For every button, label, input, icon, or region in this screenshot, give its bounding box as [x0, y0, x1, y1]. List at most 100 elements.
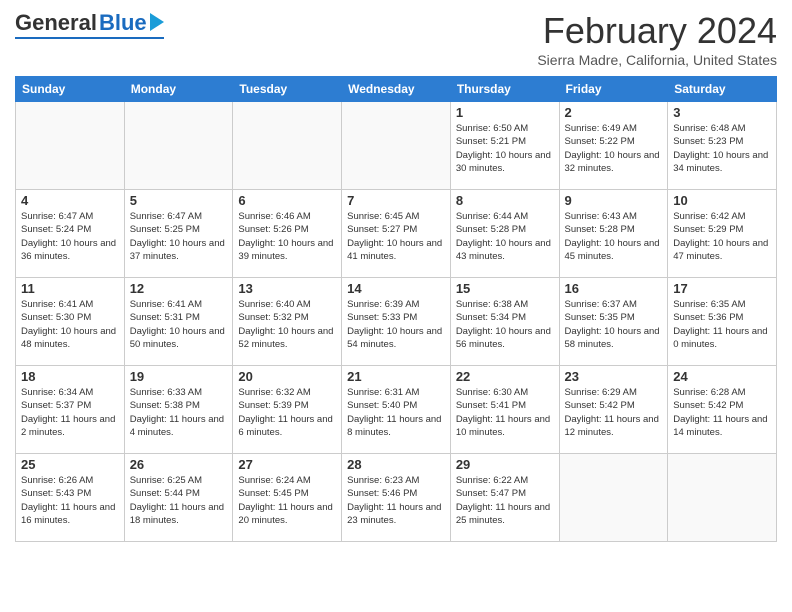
- day-number: 3: [673, 105, 771, 120]
- day-number: 21: [347, 369, 445, 384]
- logo-divider: [15, 37, 164, 39]
- day-header-wednesday: Wednesday: [342, 77, 451, 102]
- header: General Blue February 2024 Sierra Madre,…: [15, 10, 777, 68]
- day-number: 7: [347, 193, 445, 208]
- day-cell: [233, 102, 342, 190]
- day-header-tuesday: Tuesday: [233, 77, 342, 102]
- day-info: Sunrise: 6:45 AM Sunset: 5:27 PM Dayligh…: [347, 210, 445, 263]
- day-number: 2: [565, 105, 663, 120]
- day-info: Sunrise: 6:32 AM Sunset: 5:39 PM Dayligh…: [238, 386, 336, 439]
- day-number: 27: [238, 457, 336, 472]
- day-cell: [668, 454, 777, 542]
- day-number: 4: [21, 193, 119, 208]
- day-cell: 11 Sunrise: 6:41 AM Sunset: 5:30 PM Dayli…: [16, 278, 125, 366]
- day-number: 29: [456, 457, 554, 472]
- day-cell: 21Sunrise: 6:31 AM Sunset: 5:40 PM Dayli…: [342, 366, 451, 454]
- day-cell: 27 Sunrise: 6:24 AM Sunset: 5:45 PM Dayli…: [233, 454, 342, 542]
- day-info: Sunrise: 6:37 AM Sunset: 5:35 PM Dayligh…: [565, 298, 663, 351]
- title-section: February 2024 Sierra Madre, California, …: [537, 10, 777, 68]
- day-number: 8: [456, 193, 554, 208]
- day-number: 13: [238, 281, 336, 296]
- day-info: Sunrise: 6:50 AM Sunset: 5:21 PM Dayligh…: [456, 122, 554, 175]
- day-info: Sunrise: 6:39 AM Sunset: 5:33 PM Dayligh…: [347, 298, 445, 351]
- day-info: Sunrise: 6:42 AM Sunset: 5:29 PM Dayligh…: [673, 210, 771, 263]
- day-cell: 14 Sunrise: 6:39 AM Sunset: 5:33 PM Dayli…: [342, 278, 451, 366]
- week-row-5: 25 Sunrise: 6:26 AM Sunset: 5:43 PM Dayli…: [16, 454, 777, 542]
- logo-arrow-icon: [150, 13, 164, 31]
- day-number: 14: [347, 281, 445, 296]
- day-cell: 28 Sunrise: 6:23 AM Sunset: 5:46 PM Dayli…: [342, 454, 451, 542]
- day-info: Sunrise: 6:28 AM Sunset: 5:42 PM Dayligh…: [673, 386, 771, 439]
- day-info: Sunrise: 6:43 AM Sunset: 5:28 PM Dayligh…: [565, 210, 663, 263]
- day-cell: 20Sunrise: 6:32 AM Sunset: 5:39 PM Dayli…: [233, 366, 342, 454]
- day-number: 26: [130, 457, 228, 472]
- week-row-1: 1Sunrise: 6:50 AM Sunset: 5:21 PM Daylig…: [16, 102, 777, 190]
- day-number: 24: [673, 369, 771, 384]
- day-info: Sunrise: 6:26 AM Sunset: 5:43 PM Dayligh…: [21, 474, 119, 527]
- day-info: Sunrise: 6:24 AM Sunset: 5:45 PM Dayligh…: [238, 474, 336, 527]
- day-info: Sunrise: 6:44 AM Sunset: 5:28 PM Dayligh…: [456, 210, 554, 263]
- day-info: Sunrise: 6:23 AM Sunset: 5:46 PM Dayligh…: [347, 474, 445, 527]
- logo: General Blue: [15, 10, 164, 39]
- day-info: Sunrise: 6:47 AM Sunset: 5:24 PM Dayligh…: [21, 210, 119, 263]
- day-number: 19: [130, 369, 228, 384]
- day-header-saturday: Saturday: [668, 77, 777, 102]
- day-cell: 25 Sunrise: 6:26 AM Sunset: 5:43 PM Dayli…: [16, 454, 125, 542]
- day-cell: 4 Sunrise: 6:47 AM Sunset: 5:24 PM Daylig…: [16, 190, 125, 278]
- day-number: 11: [21, 281, 119, 296]
- day-cell: 23 Sunrise: 6:29 AM Sunset: 5:42 PM Dayli…: [559, 366, 668, 454]
- day-number: 22: [456, 369, 554, 384]
- day-info: Sunrise: 6:22 AM Sunset: 5:47 PM Dayligh…: [456, 474, 554, 527]
- day-info: Sunrise: 6:38 AM Sunset: 5:34 PM Dayligh…: [456, 298, 554, 351]
- day-number: 17: [673, 281, 771, 296]
- day-number: 12: [130, 281, 228, 296]
- day-info: Sunrise: 6:34 AM Sunset: 5:37 PM Dayligh…: [21, 386, 119, 439]
- day-header-thursday: Thursday: [450, 77, 559, 102]
- day-cell: 24 Sunrise: 6:28 AM Sunset: 5:42 PM Dayli…: [668, 366, 777, 454]
- day-cell: 2 Sunrise: 6:49 AM Sunset: 5:22 PM Daylig…: [559, 102, 668, 190]
- day-cell: 22Sunrise: 6:30 AM Sunset: 5:41 PM Dayli…: [450, 366, 559, 454]
- day-number: 28: [347, 457, 445, 472]
- day-cell: 10Sunrise: 6:42 AM Sunset: 5:29 PM Dayli…: [668, 190, 777, 278]
- day-cell: 26Sunrise: 6:25 AM Sunset: 5:44 PM Dayli…: [124, 454, 233, 542]
- day-info: Sunrise: 6:40 AM Sunset: 5:32 PM Dayligh…: [238, 298, 336, 351]
- day-cell: [559, 454, 668, 542]
- week-row-4: 18 Sunrise: 6:34 AM Sunset: 5:37 PM Dayli…: [16, 366, 777, 454]
- day-info: Sunrise: 6:41 AM Sunset: 5:30 PM Dayligh…: [21, 298, 119, 351]
- day-cell: 13 Sunrise: 6:40 AM Sunset: 5:32 PM Dayli…: [233, 278, 342, 366]
- day-number: 25: [21, 457, 119, 472]
- day-number: 5: [130, 193, 228, 208]
- location: Sierra Madre, California, United States: [537, 52, 777, 68]
- day-number: 9: [565, 193, 663, 208]
- day-info: Sunrise: 6:41 AM Sunset: 5:31 PM Dayligh…: [130, 298, 228, 351]
- day-header-sunday: Sunday: [16, 77, 125, 102]
- day-info: Sunrise: 6:33 AM Sunset: 5:38 PM Dayligh…: [130, 386, 228, 439]
- day-info: Sunrise: 6:49 AM Sunset: 5:22 PM Dayligh…: [565, 122, 663, 175]
- day-number: 23: [565, 369, 663, 384]
- day-cell: 12 Sunrise: 6:41 AM Sunset: 5:31 PM Dayli…: [124, 278, 233, 366]
- week-row-3: 11 Sunrise: 6:41 AM Sunset: 5:30 PM Dayli…: [16, 278, 777, 366]
- day-header-monday: Monday: [124, 77, 233, 102]
- day-cell: 19 Sunrise: 6:33 AM Sunset: 5:38 PM Dayli…: [124, 366, 233, 454]
- day-info: Sunrise: 6:48 AM Sunset: 5:23 PM Dayligh…: [673, 122, 771, 175]
- day-cell: 7 Sunrise: 6:45 AM Sunset: 5:27 PM Daylig…: [342, 190, 451, 278]
- day-info: Sunrise: 6:35 AM Sunset: 5:36 PM Dayligh…: [673, 298, 771, 351]
- day-cell: 15Sunrise: 6:38 AM Sunset: 5:34 PM Dayli…: [450, 278, 559, 366]
- logo-blue: Blue: [99, 12, 147, 34]
- day-number: 6: [238, 193, 336, 208]
- day-cell: 16Sunrise: 6:37 AM Sunset: 5:35 PM Dayli…: [559, 278, 668, 366]
- calendar-header-row: SundayMondayTuesdayWednesdayThursdayFrid…: [16, 77, 777, 102]
- day-number: 18: [21, 369, 119, 384]
- day-cell: 8 Sunrise: 6:44 AM Sunset: 5:28 PM Daylig…: [450, 190, 559, 278]
- day-cell: 6Sunrise: 6:46 AM Sunset: 5:26 PM Daylig…: [233, 190, 342, 278]
- day-cell: 9 Sunrise: 6:43 AM Sunset: 5:28 PM Daylig…: [559, 190, 668, 278]
- logo-general: General: [15, 10, 97, 36]
- day-cell: 3 Sunrise: 6:48 AM Sunset: 5:23 PM Daylig…: [668, 102, 777, 190]
- day-cell: [16, 102, 125, 190]
- day-info: Sunrise: 6:29 AM Sunset: 5:42 PM Dayligh…: [565, 386, 663, 439]
- day-cell: 5Sunrise: 6:47 AM Sunset: 5:25 PM Daylig…: [124, 190, 233, 278]
- week-row-2: 4 Sunrise: 6:47 AM Sunset: 5:24 PM Daylig…: [16, 190, 777, 278]
- day-cell: 1Sunrise: 6:50 AM Sunset: 5:21 PM Daylig…: [450, 102, 559, 190]
- month-title: February 2024: [537, 10, 777, 52]
- day-cell: 29 Sunrise: 6:22 AM Sunset: 5:47 PM Dayli…: [450, 454, 559, 542]
